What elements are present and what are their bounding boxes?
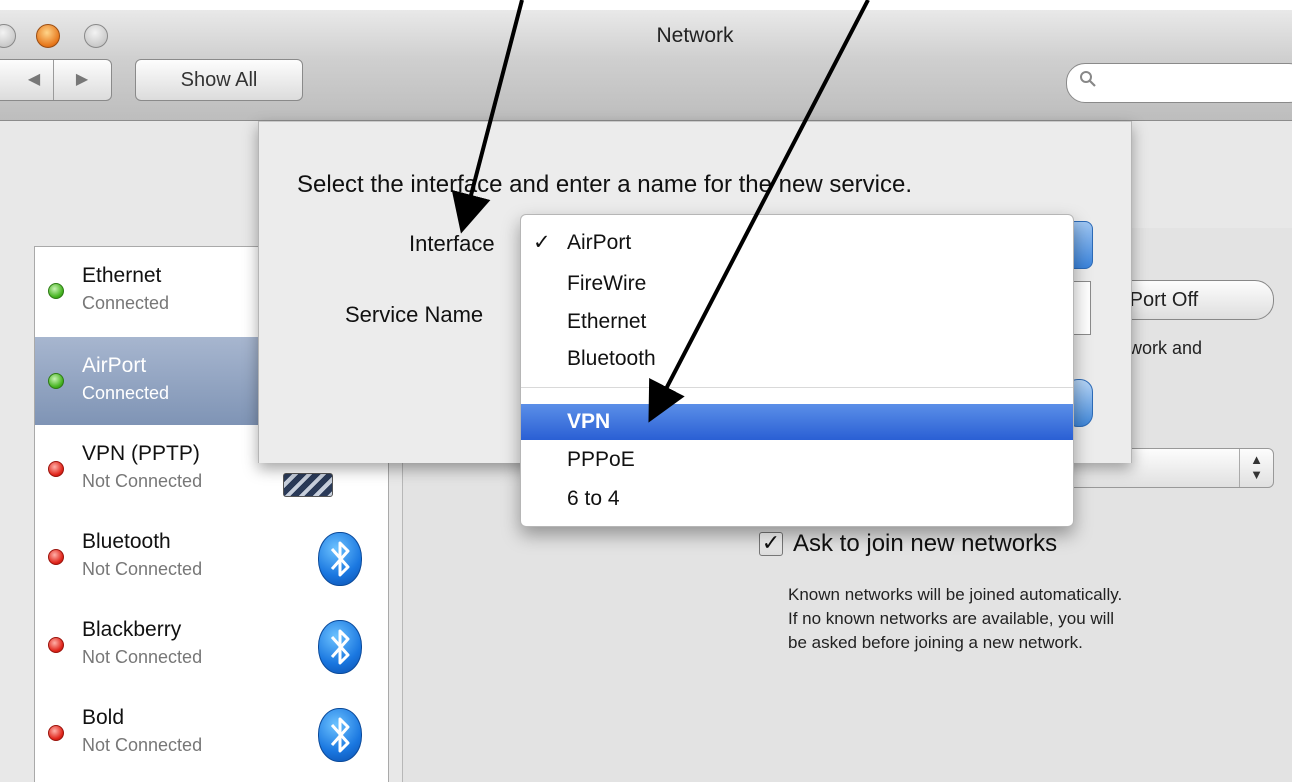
show-all-button[interactable]: Show All	[135, 59, 303, 101]
checkmark-icon: ✓	[533, 231, 551, 254]
window-title: Network	[656, 24, 734, 47]
sheet-prompt: Select the interface and enter a name fo…	[297, 171, 913, 198]
menu-item-pppoe[interactable]: PPPoE	[521, 442, 1073, 478]
service-name: Blackberry	[82, 618, 182, 641]
service-status: Not Connected	[82, 735, 203, 755]
ask-to-join-label: Ask to join new networks	[793, 530, 1058, 557]
bluetooth-icon	[318, 708, 364, 762]
service-name: AirPort	[82, 354, 147, 377]
service-name: Ethernet	[82, 264, 162, 287]
vpn-icon	[283, 473, 333, 497]
help-line: Known networks will be joined automatica…	[788, 585, 1123, 604]
ask-to-join-help: Known networks will be joined automatica…	[788, 583, 1122, 655]
menu-item-vpn[interactable]: VPN	[521, 404, 1073, 440]
menu-item-firewire[interactable]: FireWire	[521, 266, 1073, 302]
interface-label: Interface	[409, 231, 495, 256]
menu-item-airport[interactable]: ✓ AirPort	[521, 225, 1073, 261]
service-name: Bold	[82, 706, 125, 729]
bluetooth-icon	[318, 620, 364, 674]
status-red-icon	[48, 637, 64, 653]
menu-item-6to4[interactable]: 6 to 4	[521, 481, 1073, 517]
menu-item-label: Bluetooth	[567, 347, 656, 370]
status-green-icon	[48, 283, 64, 299]
status-red-icon	[48, 549, 64, 565]
service-name: Bluetooth	[82, 530, 171, 553]
menu-item-label: AirPort	[567, 231, 632, 254]
help-line: be asked before joining a new network.	[788, 633, 1083, 652]
status-red-icon	[48, 461, 64, 477]
menu-item-label: VPN	[567, 410, 611, 433]
ask-to-join-checkbox[interactable]: ✓	[759, 532, 783, 556]
status-green-icon	[48, 373, 64, 389]
network-preferences-window: Network ◀ ▶ Show All rPort Off twork and…	[0, 0, 1292, 782]
back-forward-group: ◀ ▶	[0, 59, 112, 101]
popup-arrows-icon: ▲ ▼	[1239, 449, 1273, 487]
service-status: Not Connected	[82, 647, 203, 667]
service-name: VPN (PPTP)	[82, 442, 200, 465]
help-line: If no known networks are available, you …	[788, 609, 1114, 628]
menu-item-label: 6 to 4	[567, 487, 620, 510]
magnifier-icon	[1079, 70, 1097, 94]
service-status: Not Connected	[82, 559, 203, 579]
menu-item-bluetooth[interactable]: Bluetooth	[521, 341, 1073, 377]
menu-item-label: FireWire	[567, 272, 647, 295]
service-item-bold[interactable]: Bold Not Connected	[35, 689, 388, 777]
service-status: Connected	[82, 293, 170, 313]
service-item-bluetooth[interactable]: Bluetooth Not Connected	[35, 513, 388, 601]
menu-item-label: PPPoE	[567, 448, 635, 471]
forward-button[interactable]: ▶	[53, 60, 110, 100]
interface-dropdown-menu: ✓ AirPort FireWire Ethernet Bluetooth VP…	[520, 214, 1074, 527]
service-name-label: Service Name	[345, 302, 484, 327]
menu-item-ethernet[interactable]: Ethernet	[521, 304, 1073, 340]
bluetooth-icon	[318, 532, 364, 586]
network-description-fragment: twork and	[1124, 338, 1203, 358]
service-status: Connected	[82, 383, 170, 403]
title-bar: Network ◀ ▶ Show All	[0, 10, 1292, 121]
menu-separator	[521, 387, 1073, 388]
service-item-blackberry[interactable]: Blackberry Not Connected	[35, 601, 388, 689]
service-status: Not Connected	[82, 471, 203, 491]
search-field[interactable]	[1066, 63, 1292, 103]
menu-item-label: Ethernet	[567, 310, 647, 333]
status-red-icon	[48, 725, 64, 741]
